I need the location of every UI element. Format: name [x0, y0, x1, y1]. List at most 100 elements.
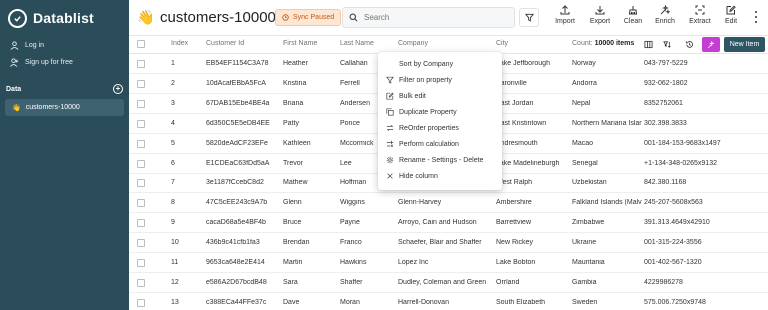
table-cell[interactable]: Lake Bobton [496, 259, 571, 266]
history-icon[interactable] [685, 40, 694, 49]
table-cell[interactable]: Nepal [572, 100, 642, 107]
table-cell[interactable]: 12 [171, 279, 201, 286]
table-cell[interactable]: Gambia [572, 279, 642, 286]
table-cell[interactable]: Glenn-Harvey [398, 199, 493, 206]
row-checkbox[interactable] [137, 60, 145, 68]
table-cell[interactable]: Senegal [572, 160, 642, 167]
import-button[interactable]: Import [549, 5, 581, 31]
column-header-company[interactable]: Company [398, 40, 428, 47]
table-row[interactable]: 11 9653ca648e2E414 Martin Hawkins Lopez Inc L… [129, 254, 768, 273]
table-cell[interactable]: 2 [171, 80, 201, 87]
table-cell[interactable]: Uzbekistan [572, 179, 642, 186]
row-checkbox[interactable] [137, 119, 145, 128]
table-cell[interactable]: 245-207-5608x563 [644, 199, 766, 206]
table-cell[interactable]: 10 [171, 239, 201, 246]
table-cell[interactable]: Falkland Islands (Malvinas) [572, 199, 642, 206]
table-cell[interactable]: 5 [171, 140, 201, 147]
table-cell[interactable]: 8 [171, 199, 201, 206]
column-header-customer-id[interactable]: Customer Id [206, 40, 244, 47]
signup-link[interactable]: Sign up for free [10, 56, 73, 68]
table-cell[interactable]: 001-315-224-3556 [644, 239, 766, 246]
columns-icon[interactable] [644, 40, 653, 49]
row-checkbox[interactable] [137, 298, 145, 307]
table-cell[interactable]: 001-184-153-9683x1497 [644, 140, 766, 147]
table-cell[interactable]: Ukraine [572, 239, 642, 246]
table-cell[interactable]: Briana [283, 100, 337, 107]
table-cell[interactable]: Mathew [283, 179, 337, 186]
table-row[interactable]: 13 c388ECa44FFe37c Dave Moran Harrell-Donova… [129, 294, 768, 310]
row-checkbox[interactable] [137, 278, 145, 287]
table-cell[interactable]: East Jordan [496, 100, 571, 107]
table-cell[interactable]: Hawkins [340, 259, 395, 266]
table-cell[interactable]: c388ECa44FFe37c [206, 299, 280, 306]
table-cell[interactable]: Harrell-Donovan [398, 299, 493, 306]
table-cell[interactable]: Brendan [283, 239, 337, 246]
table-cell[interactable]: Sara [283, 279, 337, 286]
table-cell[interactable]: 13 [171, 299, 201, 306]
table-cell[interactable]: Macao [572, 140, 642, 147]
table-cell[interactable]: 6 [171, 160, 201, 167]
table-cell[interactable]: Zimbabwe [572, 219, 642, 226]
table-row[interactable]: 8 47C5cEE243c9A7b Glenn Wiggins Glenn-Harvey… [129, 194, 768, 214]
table-cell[interactable]: Dave [283, 299, 337, 306]
column-header-city[interactable]: City [496, 40, 508, 47]
table-cell[interactable]: Aaronville [496, 80, 571, 87]
table-cell[interactable]: Bruce [283, 219, 337, 226]
table-row[interactable]: 10 436b9c41cfb1fa3 Brendan Franco Schaefer, … [129, 234, 768, 254]
edit-button[interactable]: Edit [715, 5, 747, 31]
table-cell[interactable]: Lopez Inc [398, 259, 493, 266]
sync-status-badge[interactable]: Sync Paused [275, 9, 342, 26]
table-cell[interactable]: Martin [283, 259, 337, 266]
table-cell[interactable]: 842.380.1168 [644, 179, 766, 186]
menu-item-duplicate-property[interactable]: Duplicate Property [378, 104, 502, 120]
ai-assistant-button[interactable] [702, 37, 720, 52]
table-cell[interactable]: 9 [171, 219, 201, 226]
table-cell[interactable]: Moran [340, 299, 395, 306]
row-checkbox[interactable] [137, 79, 145, 88]
table-cell[interactable]: 302.398.3833 [644, 120, 766, 127]
table-cell[interactable]: Andresmouth [496, 140, 571, 147]
new-item-button[interactable]: New Item [724, 37, 765, 52]
table-cell[interactable]: 575.006.7250x9748 [644, 299, 766, 306]
collection-emoji-icon[interactable]: 👋 [137, 9, 154, 26]
sidebar-item-customers[interactable]: 👋 customers-10000 [5, 99, 124, 116]
column-header-last-name[interactable]: Last Name [340, 40, 374, 47]
menu-item-filter-on-property[interactable]: Filter on property [378, 72, 502, 88]
table-cell[interactable]: Kathleen [283, 140, 337, 147]
extract-button[interactable]: Extract [684, 5, 716, 31]
table-cell[interactable]: South Elizabeth [496, 299, 571, 306]
table-cell[interactable]: Schaefer, Blair and Shaffer [398, 239, 493, 246]
table-cell[interactable]: Wiggins [340, 199, 395, 206]
add-collection-icon[interactable]: + [113, 84, 123, 94]
table-cell[interactable]: Glenn [283, 199, 337, 206]
column-header-first-name[interactable]: First Name [283, 40, 317, 47]
menu-item-perform-calculation[interactable]: Perform calculation [378, 136, 502, 152]
table-cell[interactable]: Norway [572, 60, 642, 67]
table-cell[interactable]: 8352752061 [644, 100, 766, 107]
table-cell[interactable]: Dudley, Coleman and Green [398, 279, 493, 286]
table-cell[interactable]: 47C5cEE243c9A7b [206, 199, 280, 206]
table-cell[interactable]: Trevor [283, 160, 337, 167]
table-cell[interactable]: +1-134-348-0265x9132 [644, 160, 766, 167]
menu-item-reorder-properties[interactable]: ReOrder properties [378, 120, 502, 136]
menu-item-rename-settings-delete[interactable]: Rename - Settings - Delete [378, 152, 502, 168]
enrich-button[interactable]: Enrich [649, 5, 681, 31]
menu-item-hide-column[interactable]: Hide column [378, 168, 502, 184]
table-cell[interactable]: 043-797-5229 [644, 60, 766, 67]
login-link[interactable]: Log in [10, 39, 44, 51]
table-cell[interactable]: New Rickey [496, 239, 571, 246]
table-cell[interactable]: 5820deAdCF23EFe [206, 140, 280, 147]
table-cell[interactable]: EB54EF1154C3A78 [206, 60, 280, 67]
more-options-icon[interactable] [751, 11, 761, 23]
table-cell[interactable]: Heather [283, 60, 337, 67]
table-cell[interactable]: Sweden [572, 299, 642, 306]
table-cell[interactable]: 11 [171, 259, 201, 266]
row-checkbox[interactable] [137, 239, 145, 248]
table-cell[interactable]: Arroyo, Cain and Hudson [398, 219, 493, 226]
column-header-index[interactable]: Index [171, 40, 188, 47]
row-checkbox[interactable] [137, 199, 145, 208]
table-cell[interactable]: 6d350C5E5eDB4EE [206, 120, 280, 127]
row-checkbox[interactable] [137, 219, 145, 228]
table-cell[interactable]: 10dAcafEBbA5FcA [206, 80, 280, 87]
table-cell[interactable]: 436b9c41cfb1fa3 [206, 239, 280, 246]
